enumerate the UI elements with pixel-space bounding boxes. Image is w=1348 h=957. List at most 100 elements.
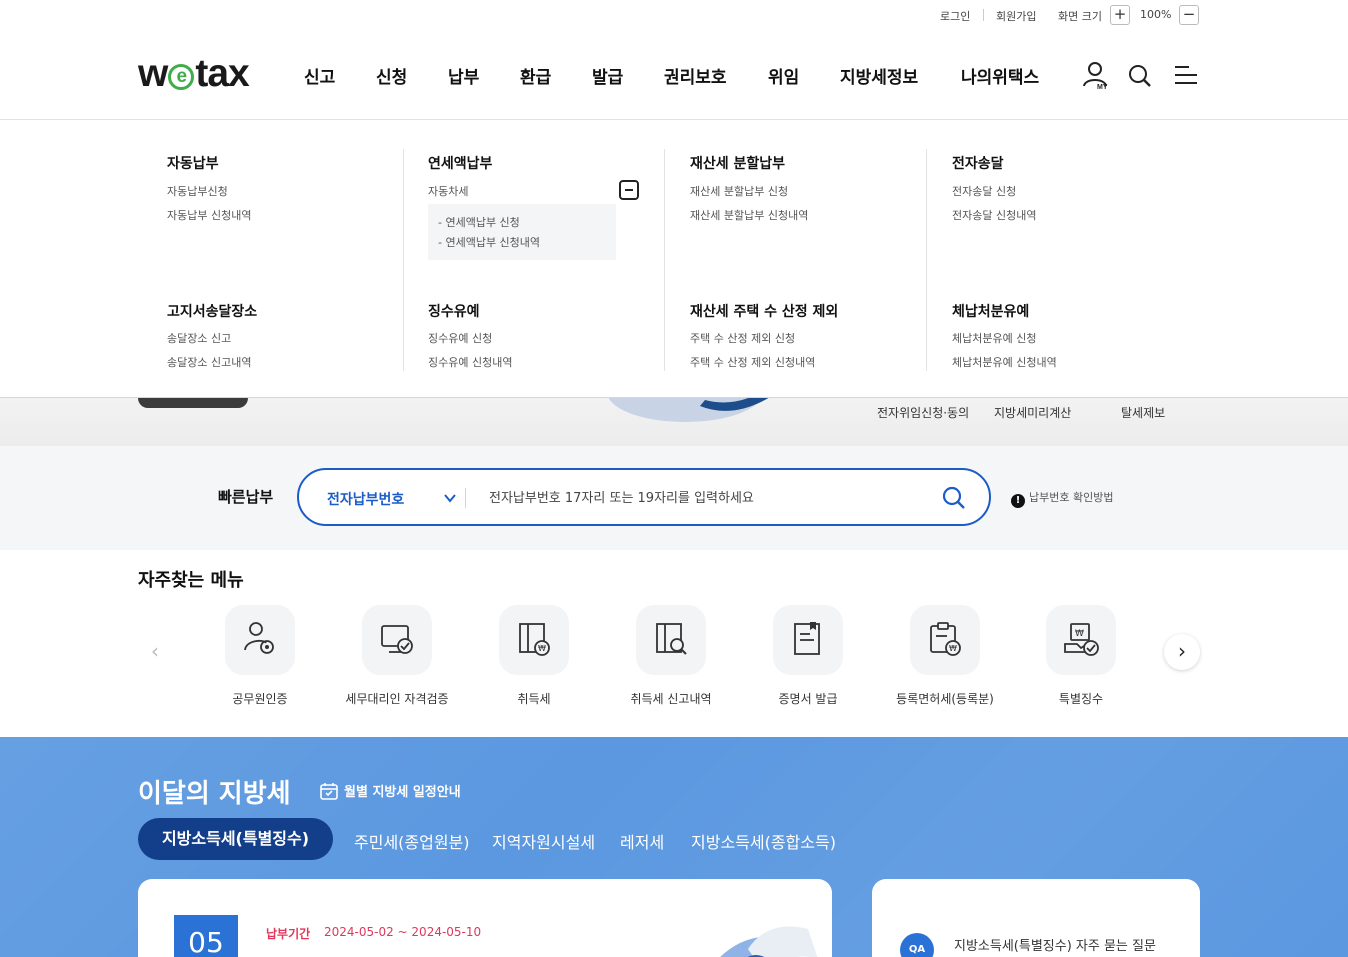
menu-link[interactable]: 자동납부신청 (167, 183, 228, 199)
zoom-out-button[interactable]: − (1179, 5, 1199, 25)
nav-delegate[interactable]: 위임 (768, 63, 799, 88)
menu-title-annual-pay[interactable]: 연세액납부 (428, 153, 492, 173)
submenu-panel: - 연세액납부 신청 - 연세액납부 신청내역 (428, 204, 616, 260)
menu-title-property-installment[interactable]: 재산세 분할납부 (690, 153, 785, 173)
payment-type-select[interactable]: 전자납부번호 (327, 489, 404, 509)
login-link[interactable]: 로그인 (940, 8, 970, 24)
frequent-item-acquisition-history[interactable]: 취득세 신고내역 (601, 605, 741, 715)
menu-link[interactable]: 체납처분유예 신청 (952, 330, 1036, 346)
nav-refund[interactable]: 환급 (520, 63, 551, 88)
column-divider (664, 149, 665, 371)
frequent-item-agent-verify[interactable]: 세무대리인 자격검증 (327, 605, 467, 715)
tab-leisure-tax[interactable]: 레저세 (620, 829, 664, 853)
chevron-down-icon[interactable] (443, 490, 457, 509)
menu-title-auto-pay[interactable]: 자동납부 (167, 153, 219, 173)
menu-link[interactable]: 자동납부 신청내역 (167, 207, 251, 223)
svg-text:₩: ₩ (1075, 629, 1084, 639)
menu-link-car-tax[interactable]: 자동차세 (428, 183, 468, 199)
fast-pay-search-box: 전자납부번호 (297, 468, 991, 526)
collapse-minus-icon[interactable] (619, 180, 639, 200)
menu-link[interactable]: 재산세 분할납부 신청 (690, 183, 788, 199)
registration-tax-icon: ₩ (910, 605, 980, 675)
frequent-item-label: 취득세 (517, 692, 551, 706)
tab-resident-tax-employee[interactable]: 주민세(종업원분) (354, 829, 470, 853)
document-illustration (708, 919, 818, 957)
calendar-icon (320, 782, 338, 804)
my-page-icon[interactable]: MY (1082, 60, 1112, 94)
nav-pay[interactable]: 납부 (448, 63, 479, 88)
month-badge: 05 (174, 915, 238, 957)
schedule-link[interactable]: 월별 지방세 일정안내 (320, 781, 461, 804)
tab-regional-resource-tax[interactable]: 지역자원시설세 (492, 829, 595, 853)
menu-title-housing-exclusion[interactable]: 재산세 주택 수 산정 제외 (690, 301, 838, 321)
submenu-link[interactable]: - 연세액납부 신청 (438, 214, 520, 230)
quick-link-tax-calc[interactable]: 지방세미리계산 (994, 404, 1071, 421)
frequent-item-label: 등록면허세(등록분) (896, 692, 994, 706)
frequent-item-certificate[interactable]: 증명서 발급 (738, 605, 878, 715)
menu-link[interactable]: 전자송달 신청 (952, 183, 1016, 199)
next-arrow-icon[interactable]: › (1164, 634, 1200, 670)
prev-arrow-icon[interactable]: ‹ (137, 634, 173, 670)
logo-post: tax (195, 52, 249, 95)
menu-link[interactable]: 주택 수 산정 제외 신청내역 (690, 354, 815, 370)
faq-link-text[interactable]: 지방소득세(특별징수) 자주 묻는 질문 (954, 935, 1156, 954)
frequent-item-acquisition-tax[interactable]: ₩ 취득세 (464, 605, 604, 715)
frequent-item-label: 공무원인증 (232, 692, 288, 706)
nav-rights[interactable]: 권리보호 (664, 63, 727, 88)
menu-link[interactable]: 송달장소 신고내역 (167, 354, 251, 370)
menu-link[interactable]: 송달장소 신고 (167, 330, 231, 346)
agent-verify-icon (362, 605, 432, 675)
quick-link-tax-evasion-report[interactable]: 탈세제보 (1121, 404, 1165, 421)
payment-number-help-link[interactable]: ! 납부번호 확인방법 (1011, 489, 1113, 508)
frequent-item-label: 취득세 신고내역 (630, 692, 712, 706)
frequent-item-registration-tax[interactable]: ₩ 등록면허세(등록분) (875, 605, 1015, 715)
monthly-title: 이달의 지방세 (138, 779, 291, 809)
menu-icon[interactable] (1173, 60, 1199, 94)
wetax-logo[interactable]: w e tax (138, 52, 250, 96)
acquisition-history-icon (636, 605, 706, 675)
nav-local-tax-info[interactable]: 지방세정보 (840, 63, 918, 88)
info-icon: ! (1011, 494, 1025, 508)
menu-title-e-delivery[interactable]: 전자송달 (952, 153, 1004, 173)
frequent-menu-title: 자주찾는 메뉴 (138, 570, 244, 591)
menu-link[interactable]: 징수유예 신청 (428, 330, 492, 346)
nav-issue[interactable]: 발급 (592, 63, 623, 88)
header: w e tax 신고 신청 납부 환급 발급 권리보호 위임 지방세정보 나의위택스… (0, 32, 1348, 120)
search-icon[interactable] (941, 485, 967, 515)
tab-local-income-tax-general[interactable]: 지방소득세(종합소득) (691, 829, 836, 853)
menu-title-notice-place[interactable]: 고지서송달장소 (167, 301, 257, 321)
due-period: 2024-05-02 ~ 2024-05-10 (324, 925, 482, 939)
faq-card[interactable]: QA 지방소득세(특별징수) 자주 묻는 질문 (872, 879, 1200, 957)
nav-apply[interactable]: 신청 (376, 63, 407, 88)
qa-icon: QA (900, 933, 934, 957)
menu-title-collection-deferral[interactable]: 징수유예 (428, 301, 480, 321)
tax-schedule-card: 05 납부기간 2024-05-02 ~ 2024-05-10 (138, 879, 832, 957)
zoom-in-button[interactable]: + (1110, 5, 1130, 25)
menu-link[interactable]: 주택 수 산정 제외 신청 (690, 330, 795, 346)
zoom-label: 화면 크기 (1058, 10, 1102, 23)
submenu-link[interactable]: - 연세액납부 신청내역 (438, 234, 540, 250)
frequent-item-special-collection[interactable]: ₩ 특별징수 (1011, 605, 1151, 715)
nav-my-wetax[interactable]: 나의위택스 (961, 63, 1039, 88)
frequent-item-label: 증명서 발급 (778, 692, 838, 706)
logo-e-icon: e (168, 64, 195, 90)
menu-link[interactable]: 체납처분유예 신청내역 (952, 354, 1057, 370)
frequent-item-official-cert[interactable]: 공무원인증 (190, 605, 330, 715)
column-divider (403, 149, 404, 371)
nav-report[interactable]: 신고 (304, 63, 335, 88)
monthly-tax-section: 이달의 지방세 월별 지방세 일정안내 지방소득세(특별징수) 주민세(종업원분… (0, 737, 1348, 957)
payment-number-input[interactable] (489, 487, 929, 509)
tab-local-income-tax-special[interactable]: 지방소득세(특별징수) (138, 818, 333, 860)
menu-link[interactable]: 징수유예 신청내역 (428, 354, 512, 370)
menu-link[interactable]: 전자송달 신청내역 (952, 207, 1036, 223)
help-text: 납부번호 확인방법 (1029, 491, 1114, 504)
menu-title-disposition-deferral[interactable]: 체납처분유예 (952, 301, 1029, 321)
search-icon[interactable] (1127, 60, 1153, 94)
visual-graphic (605, 398, 775, 422)
divider (983, 9, 984, 21)
menu-link[interactable]: 재산세 분할납부 신청내역 (690, 207, 808, 223)
signup-link[interactable]: 회원가입 (996, 8, 1036, 24)
svg-text:MY: MY (1097, 84, 1108, 90)
svg-text:₩: ₩ (949, 644, 957, 653)
quick-link-e-delegate[interactable]: 전자위임신청·동의 (877, 404, 969, 421)
